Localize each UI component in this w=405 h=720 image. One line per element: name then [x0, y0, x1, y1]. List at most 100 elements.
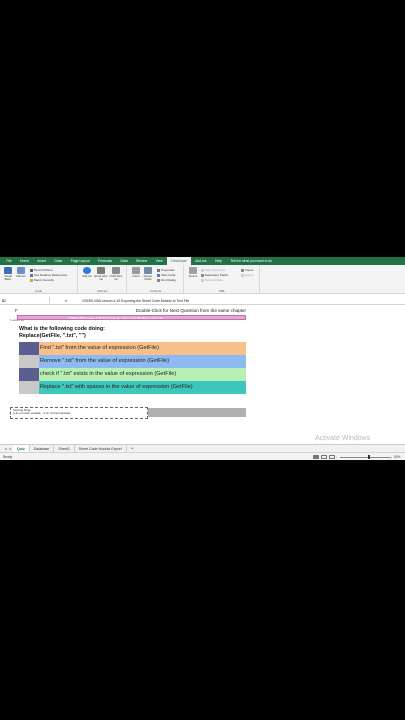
import-button[interactable]: Import	[241, 268, 254, 272]
header-cell-f: F	[15, 308, 18, 313]
macro-security-button[interactable]: Macro Security	[30, 278, 54, 282]
group-label-addins: Add-ins	[97, 289, 108, 293]
insert-control-button[interactable]: Insert	[130, 267, 142, 278]
normal-view-icon[interactable]	[313, 454, 319, 459]
design-mode-button[interactable]: Design Mode	[142, 267, 154, 281]
answer-swatch	[19, 355, 39, 368]
answer-option[interactable]: Replace ".txt" with spaces in the value …	[19, 381, 246, 394]
map-properties-button[interactable]: Map Properties	[201, 268, 225, 272]
ribbon-tab[interactable]: Home	[16, 257, 33, 265]
expansion-packs-icon	[201, 273, 204, 277]
record-macro-button[interactable]: Record Macro	[30, 268, 53, 272]
activate-windows-watermark: Activate Windows	[315, 435, 371, 442]
quiz-area: 1 out of 10 F Double-Click for Next Ques…	[10, 307, 246, 435]
zoom-out-icon[interactable]: −	[336, 455, 338, 460]
answer-swatch	[19, 381, 39, 394]
relative-ref-icon	[30, 273, 33, 277]
ribbon-tab[interactable]: Data	[116, 257, 132, 265]
excel-window: File Home Insert Draw Page Layout Formulas Dat…	[0, 257, 405, 460]
ribbon-tab[interactable]: Developer	[167, 257, 191, 265]
question-line-2: Replace(GetFile, ".txt", "")	[19, 332, 86, 339]
group-code: Visual Basic Macros Record Macro Use Rel…	[0, 265, 78, 294]
use-relative-references-button[interactable]: Use Relative References	[30, 273, 67, 277]
answer-swatch	[19, 342, 39, 355]
properties-button[interactable]: Properties	[157, 268, 175, 272]
zoom-level[interactable]: 50%	[394, 455, 400, 459]
map-properties-icon	[201, 268, 204, 272]
answer-text: Find ".txt" from the value of expression…	[39, 342, 246, 355]
question-text: What is the following code doing: Replac…	[19, 326, 105, 339]
ribbon-tab[interactable]: Draw	[50, 257, 66, 265]
macros-button[interactable]: Macros	[15, 267, 27, 278]
answer-option[interactable]: check if ".txt" exists in the value of e…	[19, 368, 246, 381]
ribbon-tab[interactable]: Formulas	[94, 257, 117, 265]
answer-text: check if ".txt" exists in the value of e…	[39, 368, 246, 381]
ribbon-tab[interactable]: File	[2, 257, 16, 265]
gear-icon	[97, 267, 105, 274]
page-layout-view-icon[interactable]	[321, 454, 327, 459]
source-button[interactable]: Source	[187, 267, 199, 278]
import-icon	[241, 268, 244, 272]
warning-icon	[30, 278, 33, 282]
design-mode-icon	[144, 267, 152, 274]
macros-icon	[17, 267, 25, 274]
properties-icon	[157, 268, 160, 272]
view-code-button[interactable]: View Code	[157, 273, 175, 277]
scoring-note: Scoring Note: (+1) on each module, -1 on…	[10, 407, 148, 419]
refresh-data-button[interactable]: Refresh Data	[201, 278, 223, 282]
add-sheet-icon[interactable]: +	[131, 446, 134, 452]
note-body: (+1) on each module, -1 on Correct Answe…	[13, 411, 71, 416]
answer-option[interactable]: Find ".txt" from the value of expression…	[19, 342, 246, 355]
next-question-hint[interactable]: Double-Click for Next Question from the …	[136, 308, 246, 313]
xml-source-icon	[189, 267, 197, 274]
view-code-icon	[157, 273, 160, 277]
answer-option[interactable]: Remove ".txt" from the value of expressi…	[19, 355, 246, 368]
group-xml: Source Map Properties Expansion Packs Re…	[185, 265, 260, 294]
group-label-controls: Controls	[149, 289, 162, 293]
run-dialog-icon	[157, 278, 160, 282]
answer-text: Replace ".txt" with spaces in the value …	[39, 381, 246, 394]
zoom-in-icon[interactable]: +	[390, 455, 392, 460]
formula-bar: B2 fx VSEE5-VBA Lesson # 15 Exporting th…	[0, 296, 405, 305]
question-line-1: What is the following code doing:	[19, 326, 105, 332]
ribbon-tab[interactable]: Insert	[33, 257, 50, 265]
excel-addins-button[interactable]: Excel Add-ins	[94, 267, 108, 281]
addins-button[interactable]: Add-ins	[81, 267, 93, 278]
group-label-xml: XML	[218, 289, 226, 293]
ribbon-tab-row: File Home Insert Draw Page Layout Formulas Dat…	[0, 257, 405, 265]
fx-icon[interactable]: fx	[50, 299, 82, 303]
group-label-code: Code	[34, 289, 43, 293]
zoom-slider[interactable]	[340, 456, 390, 458]
addins-icon	[83, 267, 91, 274]
com-addins-button[interactable]: COM Add-ins	[109, 267, 123, 281]
zoom-slider-knob[interactable]	[368, 455, 370, 459]
group-controls: Insert Design Mode Properties View Code …	[128, 265, 184, 294]
expansion-packs-button[interactable]: Expansion Packs	[201, 273, 228, 277]
worksheet-grid[interactable]: 1 out of 10 F Double-Click for Next Ques…	[0, 307, 405, 447]
ribbon-tab[interactable]: Review	[132, 257, 152, 265]
visual-basic-button[interactable]: Visual Basic	[2, 267, 14, 281]
record-icon	[30, 268, 33, 272]
com-addins-icon	[112, 267, 120, 274]
answer-swatch	[19, 368, 39, 381]
export-button[interactable]: Export	[241, 273, 254, 277]
answer-text: Remove ".txt" from the value of expressi…	[39, 355, 246, 368]
page-break-view-icon[interactable]	[329, 454, 335, 459]
visual-basic-icon	[4, 267, 12, 274]
lesson-title: VSEE5-VBA Lesson # 15 Exporting the Shee…	[68, 316, 163, 320]
formula-input[interactable]: VSEE5-VBA Lesson # 15 Exporting the Shee…	[82, 299, 405, 303]
name-box[interactable]: B2	[0, 296, 50, 305]
sheet-tab-bar: ◂ ▸ Quiz Database Sheet2 Sheet Code Module …	[0, 444, 405, 453]
group-addins: Add-ins Excel Add-ins COM Add-ins Add-in…	[79, 265, 127, 294]
ribbon-tab[interactable]: View	[151, 257, 167, 265]
ribbon-tab[interactable]: Tell me what you want to do	[226, 257, 276, 265]
ribbon-tab[interactable]: Add-ins	[191, 257, 211, 265]
status-ready: Ready	[3, 455, 13, 459]
ribbon-tab[interactable]: Page Layout	[66, 257, 93, 265]
ribbon: Visual Basic Macros Record Macro Use Rel…	[0, 265, 405, 294]
ribbon-tab[interactable]: Help	[211, 257, 226, 265]
export-icon	[241, 273, 244, 277]
lesson-title-bar: VSEE5-VBA Lesson # 15 Exporting the Shee…	[17, 315, 246, 320]
view-buttons	[313, 454, 335, 459]
run-dialog-button[interactable]: Run Dialog	[157, 278, 176, 282]
